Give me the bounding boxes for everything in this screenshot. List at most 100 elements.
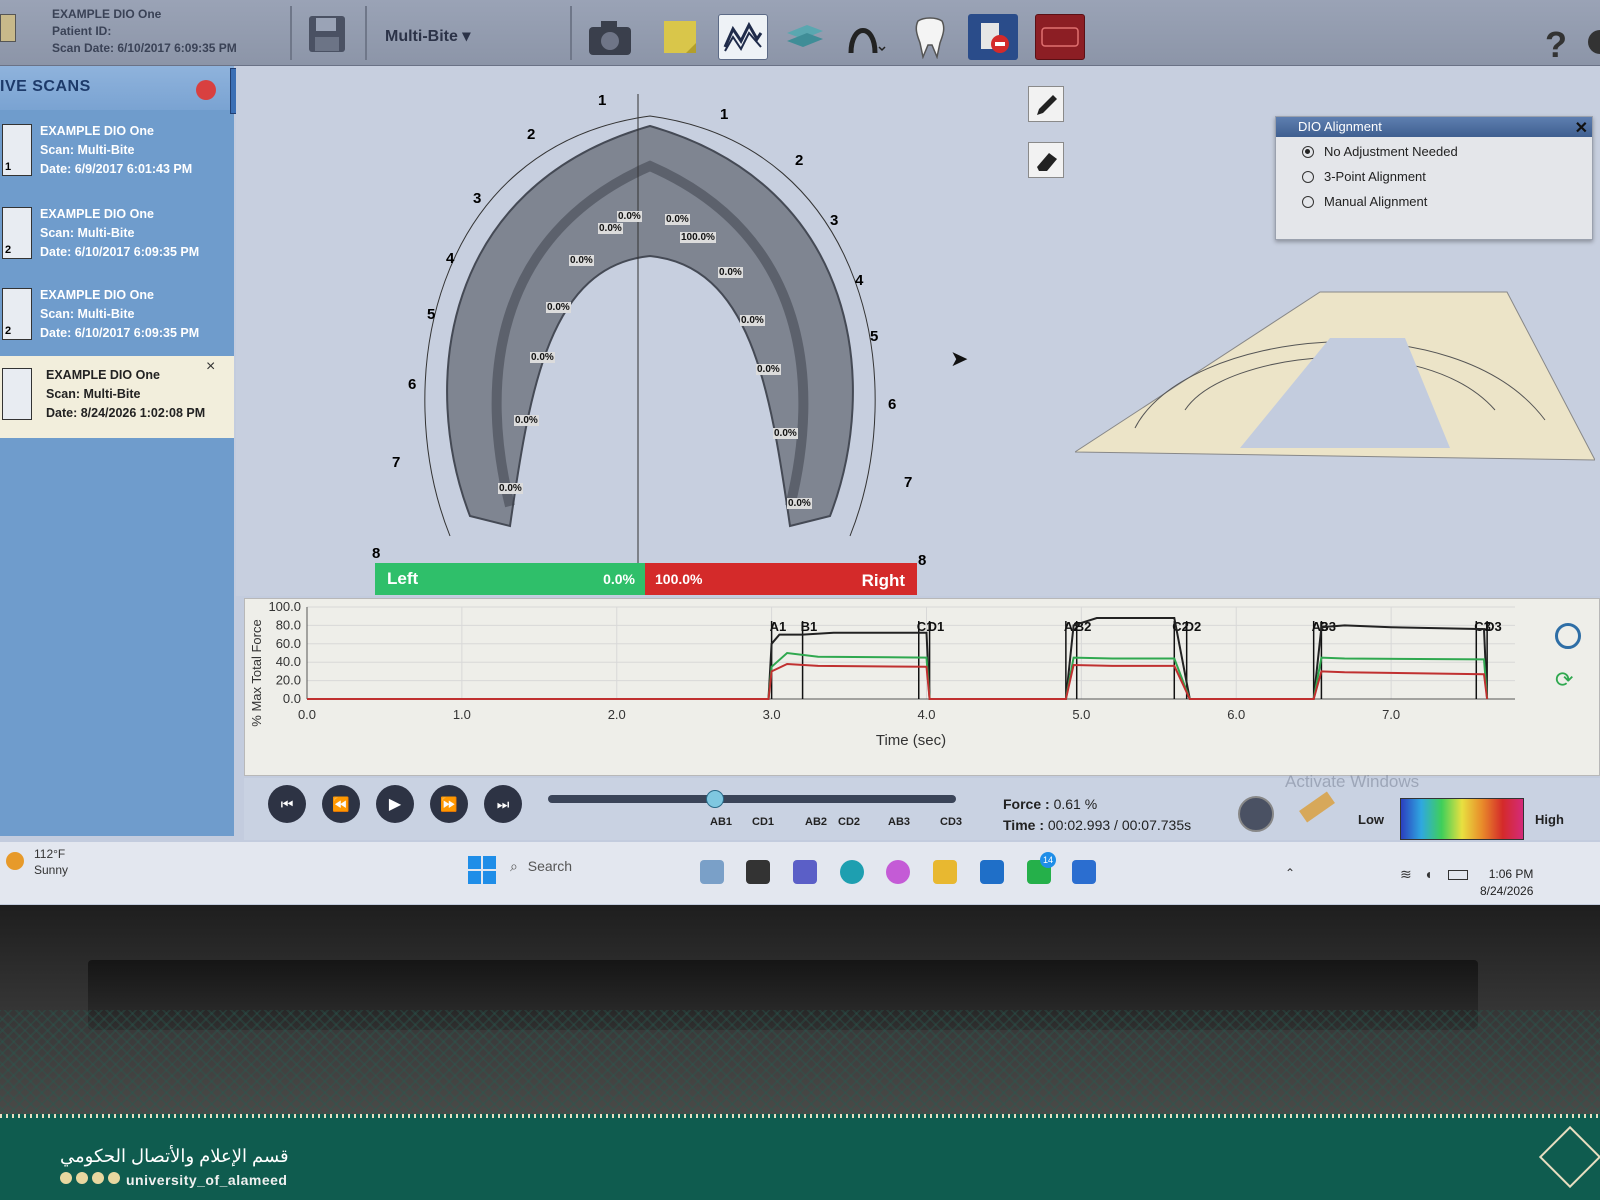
mode-dropdown[interactable]: Multi-Bite ▾ (385, 26, 470, 46)
tooth-button[interactable] (905, 14, 955, 60)
arch-view-button[interactable] (840, 14, 890, 60)
percent-label: 100.0% (680, 232, 716, 243)
scan-date: Date: 6/10/2017 6:09:35 PM (40, 245, 200, 259)
top-toolbar: EXAMPLE DIO One Patient ID: Scan Date: 6… (0, 0, 1600, 66)
close-scan-button[interactable]: × (206, 358, 215, 376)
pencil-button[interactable] (1028, 86, 1064, 122)
clock-time: 1:06 PM (1488, 867, 1534, 881)
wifi-icon[interactable]: ≋ (1400, 866, 1412, 883)
eraser-button[interactable] (1028, 142, 1064, 178)
teams-icon[interactable] (793, 860, 817, 884)
scan-date-row: Scan Date: 6/10/2017 6:09:35 PM (52, 40, 237, 57)
option-3-point[interactable]: 3-Point Alignment (1302, 169, 1426, 184)
left-right-balance: Left 0.0% 100.0% Right (375, 563, 917, 595)
tooth-label: 8 (372, 545, 381, 562)
windows-start-button[interactable] (468, 856, 496, 884)
scan-list-item[interactable]: 2 EXAMPLE DIO One Scan: Multi-Bite Date:… (0, 195, 234, 273)
activation-watermark: Activate Windows (1285, 772, 1420, 791)
tooth-label: 1 (598, 92, 607, 109)
battery-icon[interactable] (1448, 870, 1468, 880)
instagram-icon (76, 1172, 88, 1184)
skip-to-end-button[interactable]: ⏭ (484, 785, 522, 823)
camera-button[interactable] (585, 14, 635, 60)
edge-icon[interactable] (840, 860, 864, 884)
right-value: 100.0% (655, 571, 703, 587)
percent-label: 0.0% (530, 352, 555, 363)
left-balance-bar: Left 0.0% (375, 563, 645, 595)
option-no-adjustment[interactable]: No Adjustment Needed (1302, 144, 1458, 159)
graph-view-button[interactable] (718, 14, 768, 60)
option-manual[interactable]: Manual Alignment (1302, 194, 1427, 209)
taskbar-clock[interactable]: 1:06 PM 8/24/2026 (1480, 866, 1533, 900)
refresh-icon[interactable]: ⟳ (1555, 667, 1573, 693)
radio-selected-icon[interactable] (1302, 145, 1314, 158)
x-axis-label: Time (sec) (876, 732, 946, 749)
scan-number: 2 (5, 244, 12, 256)
toolbar-divider (570, 6, 572, 60)
taskbar-search[interactable]: ⌕ Search (510, 858, 660, 886)
percent-label: 0.0% (546, 302, 571, 313)
percent-label: 0.0% (598, 223, 623, 234)
camera-icon (589, 21, 631, 55)
radio-icon[interactable] (1302, 170, 1314, 183)
force-time-graph[interactable]: 0.0 20.0 40.0 60.0 80.0 100.0 0.0 1.0 2.0 3.0 4.0 5… (244, 598, 1600, 776)
dental-arch-scan (424, 94, 876, 566)
app-icon[interactable] (700, 860, 724, 884)
arch-icon (848, 28, 886, 54)
timeline-slider[interactable] (548, 790, 956, 808)
option-label: 3-Point Alignment (1324, 169, 1426, 184)
scan-info: EXAMPLE DIO One Patient ID: Scan Date: 6… (52, 6, 237, 57)
scan-name: EXAMPLE DIO One (40, 288, 154, 302)
force-series-line (307, 662, 1489, 700)
speedometer-icon[interactable] (1238, 796, 1274, 832)
tooth-label: 5 (870, 328, 879, 345)
dsd-button[interactable] (1035, 14, 1085, 60)
notes-button[interactable] (655, 14, 705, 60)
help-button[interactable]: ? (1545, 24, 1567, 66)
scan-type: Scan: Multi-Bite (40, 143, 135, 157)
save-button[interactable] (305, 12, 349, 56)
floppy-disk-icon (309, 16, 345, 52)
weather-widget[interactable]: 112°F Sunny (34, 846, 68, 878)
play-button[interactable]: ▶ (376, 785, 414, 823)
x-tick-label: 1.0 (453, 707, 471, 722)
dsd-icon (1041, 27, 1079, 47)
3d-arch-preview (1075, 291, 1595, 461)
file-explorer-icon[interactable] (933, 860, 957, 884)
tooth-label: 4 (855, 272, 864, 289)
scan-list-item[interactable]: 1 EXAMPLE DIO One Scan: Multi-Bite Date:… (0, 112, 234, 190)
radio-icon[interactable] (1302, 195, 1314, 208)
remove-button[interactable] (968, 14, 1018, 60)
store-icon[interactable] (980, 860, 1004, 884)
remove-scan-icon[interactable] (196, 80, 216, 100)
tooth-label: 3 (473, 190, 482, 207)
close-panel-button[interactable]: ✕ (1575, 118, 1588, 138)
tooth-label: 7 (392, 454, 401, 471)
weather-text: Sunny (34, 863, 69, 877)
scan-list-item-selected[interactable]: EXAMPLE DIO One Scan: Multi-Bite Date: 8… (0, 356, 234, 438)
chevron-down-icon: ▾ (462, 28, 471, 45)
layers-button[interactable] (780, 14, 830, 60)
skip-end-icon: ⏭ (496, 795, 510, 812)
volume-icon[interactable]: ◖ (1424, 866, 1432, 882)
app-icon[interactable] (1072, 860, 1096, 884)
tooth-label: 2 (795, 152, 804, 169)
panel-title: DIO Alignment (1276, 117, 1592, 137)
close-app-icon[interactable] (1588, 30, 1600, 54)
scan-list-item[interactable]: 2 EXAMPLE DIO One Scan: Multi-Bite Date:… (0, 276, 234, 354)
x-tick-label: 6.0 (1227, 707, 1245, 722)
percent-label: 0.0% (773, 428, 798, 439)
search-icon: ⌕ (510, 858, 518, 874)
scan-name: EXAMPLE DIO One (40, 207, 154, 221)
percent-label: 0.0% (665, 214, 690, 225)
fast-forward-button[interactable]: ⏩ (430, 785, 468, 823)
skip-to-start-button[interactable]: ⏮ (268, 785, 306, 823)
zoom-in-icon[interactable] (1555, 623, 1581, 649)
percent-label: 0.0% (569, 255, 594, 266)
rewind-button[interactable]: ⏪ (322, 785, 360, 823)
pencil-icon (1037, 95, 1057, 115)
task-view-icon[interactable] (746, 860, 770, 884)
layers-icon (787, 25, 823, 47)
chevron-up-icon[interactable]: ⌃ (1285, 866, 1295, 880)
copilot-icon[interactable] (886, 860, 910, 884)
